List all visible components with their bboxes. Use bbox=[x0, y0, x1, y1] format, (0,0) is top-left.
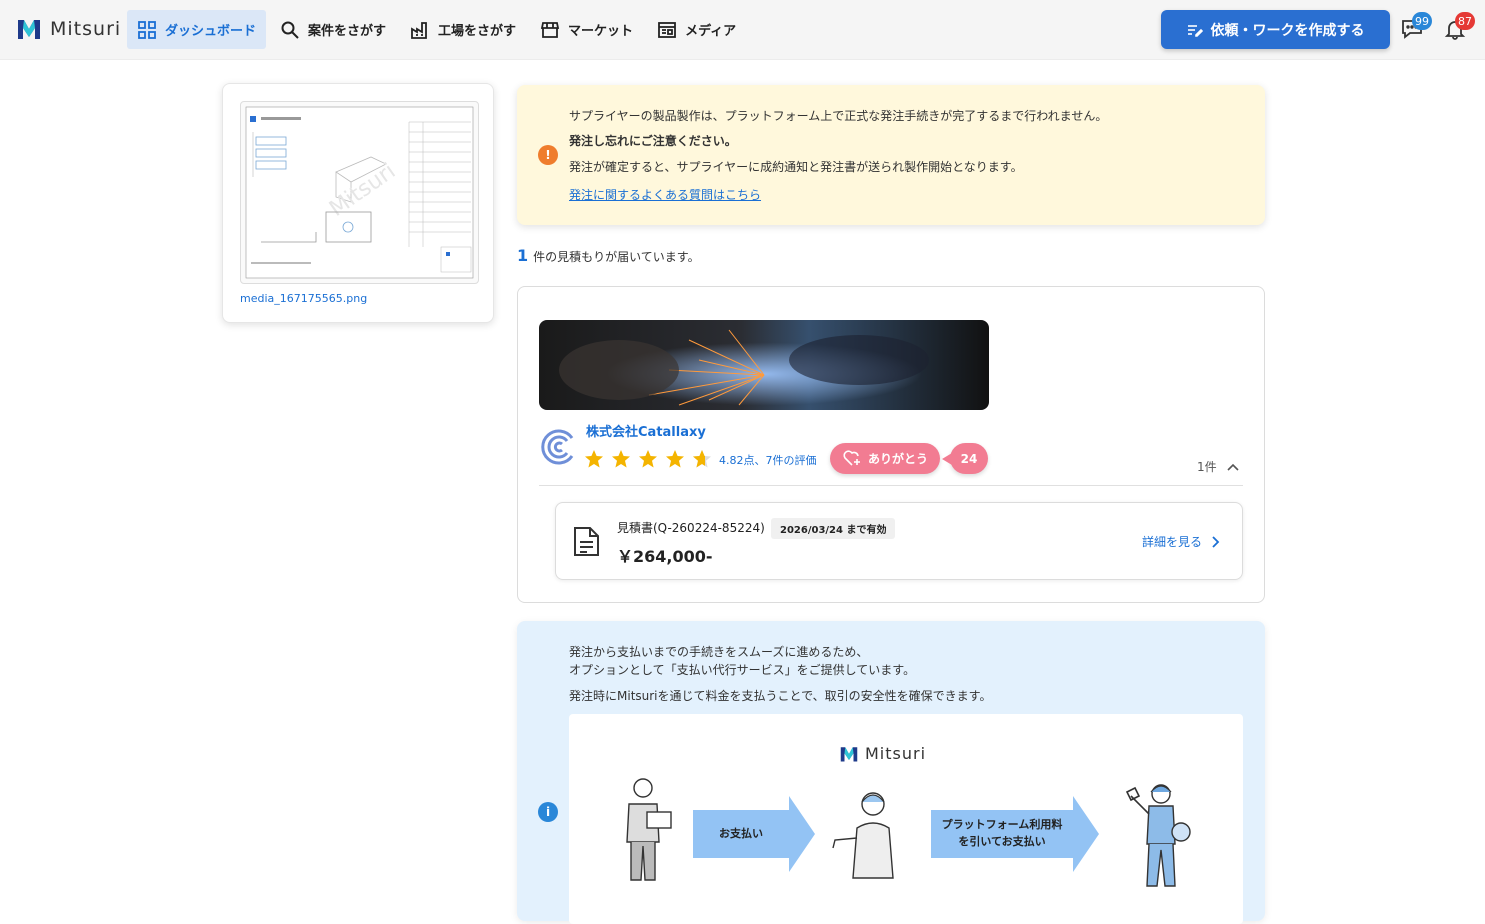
messages-button[interactable]: 99 bbox=[1401, 12, 1432, 40]
arrow-2-label: プラットフォーム利用料 を引いてお支払い bbox=[931, 816, 1073, 850]
logo-text: Mitsuri bbox=[50, 18, 122, 40]
supplier-banner-image bbox=[539, 320, 989, 410]
detail-link[interactable]: 詳細を見る bbox=[1142, 533, 1220, 550]
nav-dashboard[interactable]: ダッシュボード bbox=[127, 10, 267, 49]
quotes-count-line: 1 件の見積もりが届いています。 bbox=[517, 246, 700, 265]
mitsuri-logo[interactable]: Mitsuri bbox=[16, 17, 121, 41]
arrow-2-line-2: を引いてお支払い bbox=[958, 835, 1046, 848]
arrow-1-label: お支払い bbox=[719, 827, 763, 840]
main-nav: ダッシュボード 案件をさがす 工場をさがす マーケット メディア bbox=[127, 10, 750, 49]
quote-price: ￥264,000- bbox=[617, 547, 713, 566]
factory-icon bbox=[411, 21, 427, 39]
info-line-1: 発注から支払いまでの手続きをスムーズに進めるため、 bbox=[569, 645, 869, 659]
nav-market[interactable]: マーケット bbox=[530, 10, 643, 49]
faq-link[interactable]: 発注に関するよくある質問はこちら bbox=[569, 186, 761, 203]
technical-drawing-image: Mitsuri bbox=[245, 106, 474, 279]
notifications-button[interactable]: 87 bbox=[1444, 12, 1475, 40]
catallaxy-logo-icon bbox=[541, 429, 574, 465]
quotes-count: 1 bbox=[517, 246, 529, 265]
supplier-illustration bbox=[1125, 784, 1191, 887]
chevron-right-icon bbox=[1212, 535, 1220, 548]
top-header: Mitsuri ダッシュボード 案件をさがす 工場をさがす マーケット メディア… bbox=[0, 0, 1485, 60]
nav-media[interactable]: メディア bbox=[647, 10, 746, 49]
create-request-label: 依頼・ワークを作成する bbox=[1210, 22, 1365, 39]
nav-media-label: メディア bbox=[685, 24, 737, 39]
nav-search-projects-label: 案件をさがす bbox=[308, 24, 387, 39]
items-count: 1件 bbox=[1197, 460, 1217, 474]
buyer-illustration bbox=[626, 778, 672, 881]
diagram-logo-text: Mitsuri bbox=[865, 744, 927, 763]
star-icon bbox=[585, 450, 603, 468]
file-name[interactable]: media_167175565.png bbox=[240, 292, 367, 305]
thanks-button[interactable]: ありがとう bbox=[830, 443, 940, 474]
newspaper-icon bbox=[658, 21, 676, 38]
quote-id: 見積書(Q-260224-85224) bbox=[617, 521, 765, 535]
mitsuri-staff-illustration bbox=[832, 792, 894, 879]
quotes-toggle[interactable]: 1件 bbox=[1197, 458, 1239, 475]
quote-item[interactable]: 見積書(Q-260224-85224) 2026/03/24 まで有効 ￥264… bbox=[555, 502, 1243, 580]
nav-search-factories[interactable]: 工場をさがす bbox=[400, 10, 526, 49]
exclamation-icon: ! bbox=[538, 145, 558, 165]
create-request-button[interactable]: 依頼・ワークを作成する bbox=[1161, 10, 1390, 49]
star-icon bbox=[612, 450, 630, 468]
order-warning-panel: ! サプライヤーの製品製作は、プラットフォーム上で正式な発注手続きが完了するまで… bbox=[517, 85, 1265, 225]
info-line-3: 発注時にMitsuriを通じて料金を支払うことで、取引の安全性を確保できます。 bbox=[569, 689, 992, 703]
info-line-2: オプションとして「支払い代行サービス」をご提供しています。 bbox=[569, 663, 916, 677]
chevron-up-icon bbox=[1227, 463, 1239, 471]
supplier-quote-card: 株式会社Catallaxy 4.82点、7件の評価 ありがとう 24 1件 見積… bbox=[517, 286, 1265, 603]
payment-flow-diagram: Mitsuri お支払い プラットフォーム利用料 を引いてお支払い bbox=[569, 714, 1243, 924]
warning-line-1: サプライヤーの製品製作は、プラットフォーム上で正式な発注手続きが完了するまで行わ… bbox=[569, 109, 1108, 123]
warning-line-2: 発注し忘れにご注意ください。 bbox=[569, 134, 737, 148]
nav-search-projects[interactable]: 案件をさがす bbox=[270, 10, 396, 49]
nav-market-label: マーケット bbox=[568, 24, 634, 39]
mitsuri-logo-icon bbox=[840, 746, 858, 761]
arrow-2-line-1: プラットフォーム利用料 bbox=[941, 818, 1063, 831]
quotes-count-text: 件の見積もりが届いています。 bbox=[533, 250, 700, 264]
nav-search-factories-label: 工場をさがす bbox=[438, 24, 517, 39]
file-card[interactable]: Mitsuri media_167175565.png bbox=[222, 83, 494, 323]
document-icon bbox=[574, 527, 599, 556]
star-half-icon bbox=[693, 450, 711, 468]
rating-stars bbox=[584, 449, 712, 469]
search-icon bbox=[281, 21, 299, 39]
payment-service-info: i 発注から支払いまでの手続きをスムーズに進めるため、 オプションとして「支払い… bbox=[517, 621, 1265, 924]
nav-dashboard-label: ダッシュボード bbox=[165, 24, 257, 39]
star-icon bbox=[666, 450, 684, 468]
detail-link-label: 詳細を見る bbox=[1142, 535, 1203, 549]
star-icon bbox=[639, 450, 657, 468]
diagram-logo: Mitsuri bbox=[839, 744, 926, 763]
heart-plus-icon bbox=[843, 450, 860, 466]
edit-list-icon bbox=[1187, 24, 1203, 37]
store-icon bbox=[540, 21, 560, 38]
quote-valid-badge: 2026/03/24 まで有効 bbox=[771, 518, 896, 539]
divider bbox=[539, 485, 1243, 486]
notifications-badge: 87 bbox=[1455, 12, 1475, 30]
supplier-name[interactable]: 株式会社Catallaxy bbox=[586, 421, 706, 440]
thanks-label: ありがとう bbox=[867, 452, 928, 466]
dashboard-icon bbox=[138, 20, 156, 39]
rating-text[interactable]: 4.82点、7件の評価 bbox=[719, 452, 817, 468]
warning-line-3: 発注が確定すると、サプライヤーに成約通知と発注書が送られ製作開始となります。 bbox=[569, 160, 1023, 174]
info-icon: i bbox=[538, 802, 558, 822]
mitsuri-logo-icon bbox=[18, 20, 40, 39]
thanks-count: 24 bbox=[942, 443, 988, 474]
drawing-thumbnail[interactable]: Mitsuri bbox=[240, 101, 479, 284]
messages-badge: 99 bbox=[1412, 12, 1432, 30]
